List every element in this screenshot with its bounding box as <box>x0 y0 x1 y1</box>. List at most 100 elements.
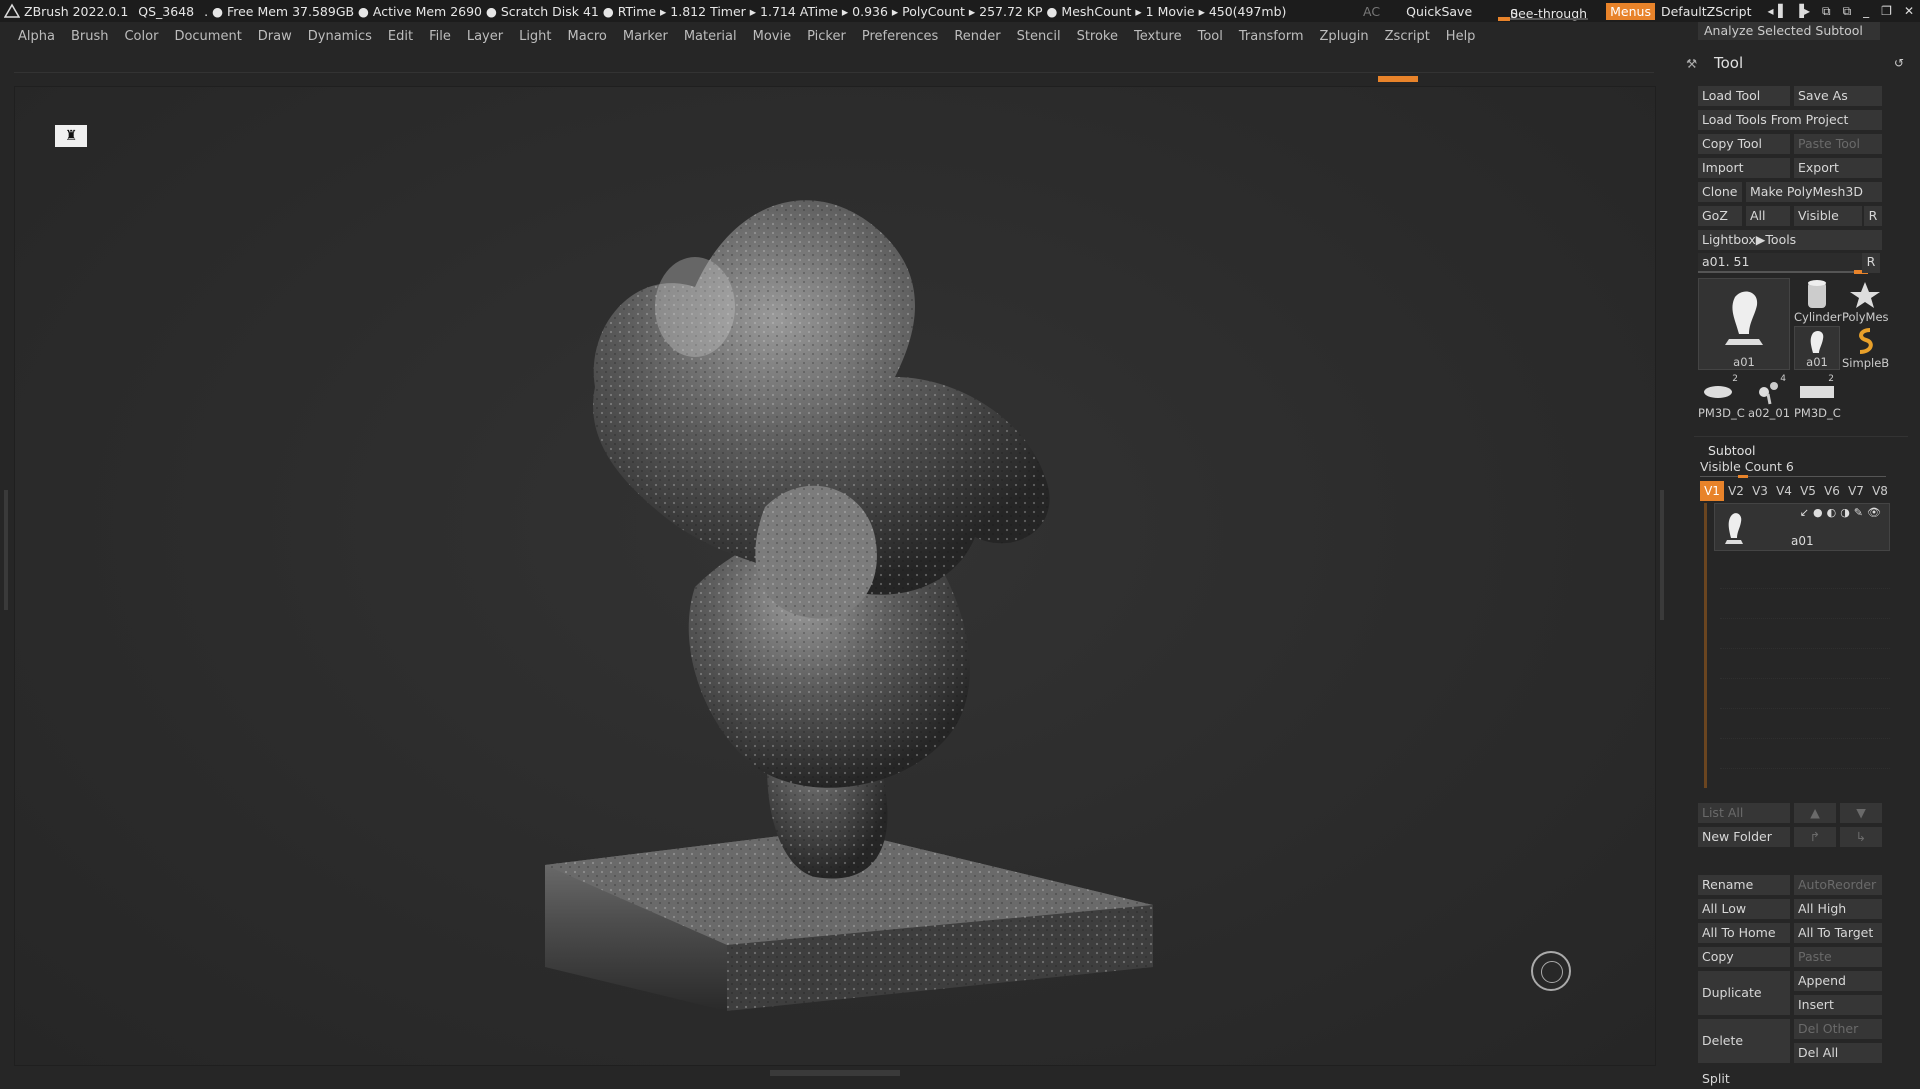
thumb-pm3d-1[interactable]: 2 PM3D_C <box>1698 374 1745 420</box>
floor-gizmo-icon[interactable] <box>1531 951 1571 991</box>
move-down-icon[interactable]: ▼ <box>1840 803 1882 823</box>
menu-layer[interactable]: Layer <box>467 29 503 44</box>
canvas-viewport[interactable]: ♜ <box>14 86 1656 1066</box>
move-up-icon[interactable]: ▲ <box>1794 803 1836 823</box>
menu-dynamics[interactable]: Dynamics <box>308 29 372 44</box>
menu-brush[interactable]: Brush <box>71 29 109 44</box>
quicksave-button[interactable]: QuickSave <box>1406 4 1472 19</box>
export-button[interactable]: Export <box>1794 158 1882 178</box>
menu-light[interactable]: Light <box>519 29 551 44</box>
left-tray-handle[interactable] <box>4 490 8 610</box>
insert-button[interactable]: Insert <box>1794 995 1882 1015</box>
menu-tool[interactable]: Tool <box>1198 29 1223 44</box>
menu-alpha[interactable]: Alpha <box>18 29 55 44</box>
thumb-pm3d-2[interactable]: 2 PM3D_C <box>1794 374 1841 420</box>
tool-slider-reset[interactable]: R <box>1862 253 1880 273</box>
menu-material[interactable]: Material <box>684 29 737 44</box>
bottom-tray-handle[interactable] <box>770 1070 900 1076</box>
layout-right-icon[interactable]: ▐▸ <box>1795 4 1810 18</box>
paste-tool-button[interactable]: Paste Tool <box>1794 134 1882 154</box>
save-as-button[interactable]: Save As <box>1794 86 1882 106</box>
del-other-button[interactable]: Del Other <box>1794 1019 1882 1039</box>
thumb-a02[interactable]: 4 a02_01 <box>1746 374 1792 420</box>
subtool-item-a01[interactable]: ↙●◐◑✎👁 a01 <box>1714 503 1890 551</box>
autoreorder-button[interactable]: AutoReorder <box>1794 875 1882 895</box>
menu-draw[interactable]: Draw <box>258 29 292 44</box>
vset-8[interactable]: V8 <box>1868 481 1892 501</box>
menu-stencil[interactable]: Stencil <box>1017 29 1061 44</box>
del-all-button[interactable]: Del All <box>1794 1043 1882 1063</box>
vset-7[interactable]: V7 <box>1844 481 1868 501</box>
maximize-icon[interactable]: ❐ <box>1881 4 1892 18</box>
menu-zscript[interactable]: Zscript <box>1385 29 1430 44</box>
menu-help[interactable]: Help <box>1446 29 1476 44</box>
menu-stroke[interactable]: Stroke <box>1077 29 1118 44</box>
thumb-polymesh[interactable]: PolyMes <box>1842 278 1889 324</box>
goz-all-button[interactable]: All <box>1746 206 1790 226</box>
folder-action2-icon[interactable]: ↳ <box>1840 827 1882 847</box>
list-all-button[interactable]: List All <box>1698 803 1790 823</box>
paste-button[interactable]: Paste <box>1794 947 1882 967</box>
thumb-simpleb[interactable]: SimpleB <box>1842 326 1889 370</box>
vset-6[interactable]: V6 <box>1820 481 1844 501</box>
split-section[interactable]: Split <box>1698 1069 1882 1089</box>
subtool-toggle-icons[interactable]: ↙●◐◑✎👁 <box>1800 506 1885 519</box>
menu-preferences[interactable]: Preferences <box>862 29 938 44</box>
all-low-button[interactable]: All Low <box>1698 899 1790 919</box>
window-float-icon[interactable]: ⧉ <box>1843 4 1852 19</box>
all-to-target-button[interactable]: All To Target <box>1794 923 1882 943</box>
menu-marker[interactable]: Marker <box>623 29 668 44</box>
menu-picker[interactable]: Picker <box>807 29 846 44</box>
ac-toggle[interactable]: AC <box>1363 4 1380 19</box>
close-icon[interactable]: ✕ <box>1904 4 1914 18</box>
menu-file[interactable]: File <box>429 29 451 44</box>
all-high-button[interactable]: All High <box>1794 899 1882 919</box>
right-tray-handle[interactable] <box>1660 490 1664 620</box>
seethrough-slider[interactable]: See-through 0 <box>1498 0 1589 22</box>
copy-tool-button[interactable]: Copy Tool <box>1698 134 1790 154</box>
menus-button[interactable]: Menus <box>1606 2 1655 20</box>
vset-3[interactable]: V3 <box>1748 481 1772 501</box>
thumb-a01-large[interactable]: a01 <box>1698 278 1790 370</box>
vset-2[interactable]: V2 <box>1724 481 1748 501</box>
rename-button[interactable]: Rename <box>1698 875 1790 895</box>
window-layout-icon[interactable]: ⧉ <box>1822 4 1831 19</box>
default-zscript-button[interactable]: DefaultZScript <box>1661 4 1752 19</box>
clone-button[interactable]: Clone <box>1698 182 1742 202</box>
analyze-subtool-button[interactable]: Analyze Selected Subtool <box>1698 22 1880 40</box>
folder-action-icon[interactable]: ↱ <box>1794 827 1836 847</box>
duplicate-button[interactable]: Duplicate <box>1698 971 1790 1015</box>
vset-5[interactable]: V5 <box>1796 481 1820 501</box>
visible-count-slider[interactable]: Visible Count 6 <box>1700 459 1886 478</box>
tool-slider[interactable]: a01. 51 R <box>1698 253 1880 274</box>
copy-button[interactable]: Copy <box>1698 947 1790 967</box>
menu-render[interactable]: Render <box>954 29 1000 44</box>
layout-left-icon[interactable]: ◂▐ <box>1767 4 1782 18</box>
vset-4[interactable]: V4 <box>1772 481 1796 501</box>
menu-transform[interactable]: Transform <box>1239 29 1304 44</box>
vset-1[interactable]: V1 <box>1700 481 1724 501</box>
subtool-title[interactable]: Subtool <box>1708 443 1755 458</box>
menu-texture[interactable]: Texture <box>1134 29 1182 44</box>
menu-macro[interactable]: Macro <box>568 29 607 44</box>
import-button[interactable]: Import <box>1698 158 1790 178</box>
reset-icon[interactable]: ↺ <box>1894 56 1904 70</box>
append-button[interactable]: Append <box>1794 971 1882 991</box>
menu-zplugin[interactable]: Zplugin <box>1320 29 1369 44</box>
menu-edit[interactable]: Edit <box>388 29 413 44</box>
menu-document[interactable]: Document <box>174 29 241 44</box>
all-to-home-button[interactable]: All To Home <box>1698 923 1790 943</box>
minimize-icon[interactable]: _ <box>1863 4 1869 18</box>
new-folder-button[interactable]: New Folder <box>1698 827 1790 847</box>
subtool-scrollbar[interactable] <box>1704 503 1707 788</box>
goz-r-button[interactable]: R <box>1864 206 1882 226</box>
make-polymesh-button[interactable]: Make PolyMesh3D <box>1746 182 1882 202</box>
delete-button[interactable]: Delete <box>1698 1019 1790 1063</box>
goz-visible-button[interactable]: Visible <box>1794 206 1862 226</box>
menu-color[interactable]: Color <box>124 29 158 44</box>
load-tools-from-project-button[interactable]: Load Tools From Project <box>1698 110 1882 130</box>
sculpt-model[interactable] <box>15 87 1655 1065</box>
thumb-cylinder[interactable]: Cylinder <box>1794 278 1842 324</box>
tool-palette-header[interactable]: ⚒ Tool ↺ <box>1680 52 1920 74</box>
menu-movie[interactable]: Movie <box>753 29 791 44</box>
